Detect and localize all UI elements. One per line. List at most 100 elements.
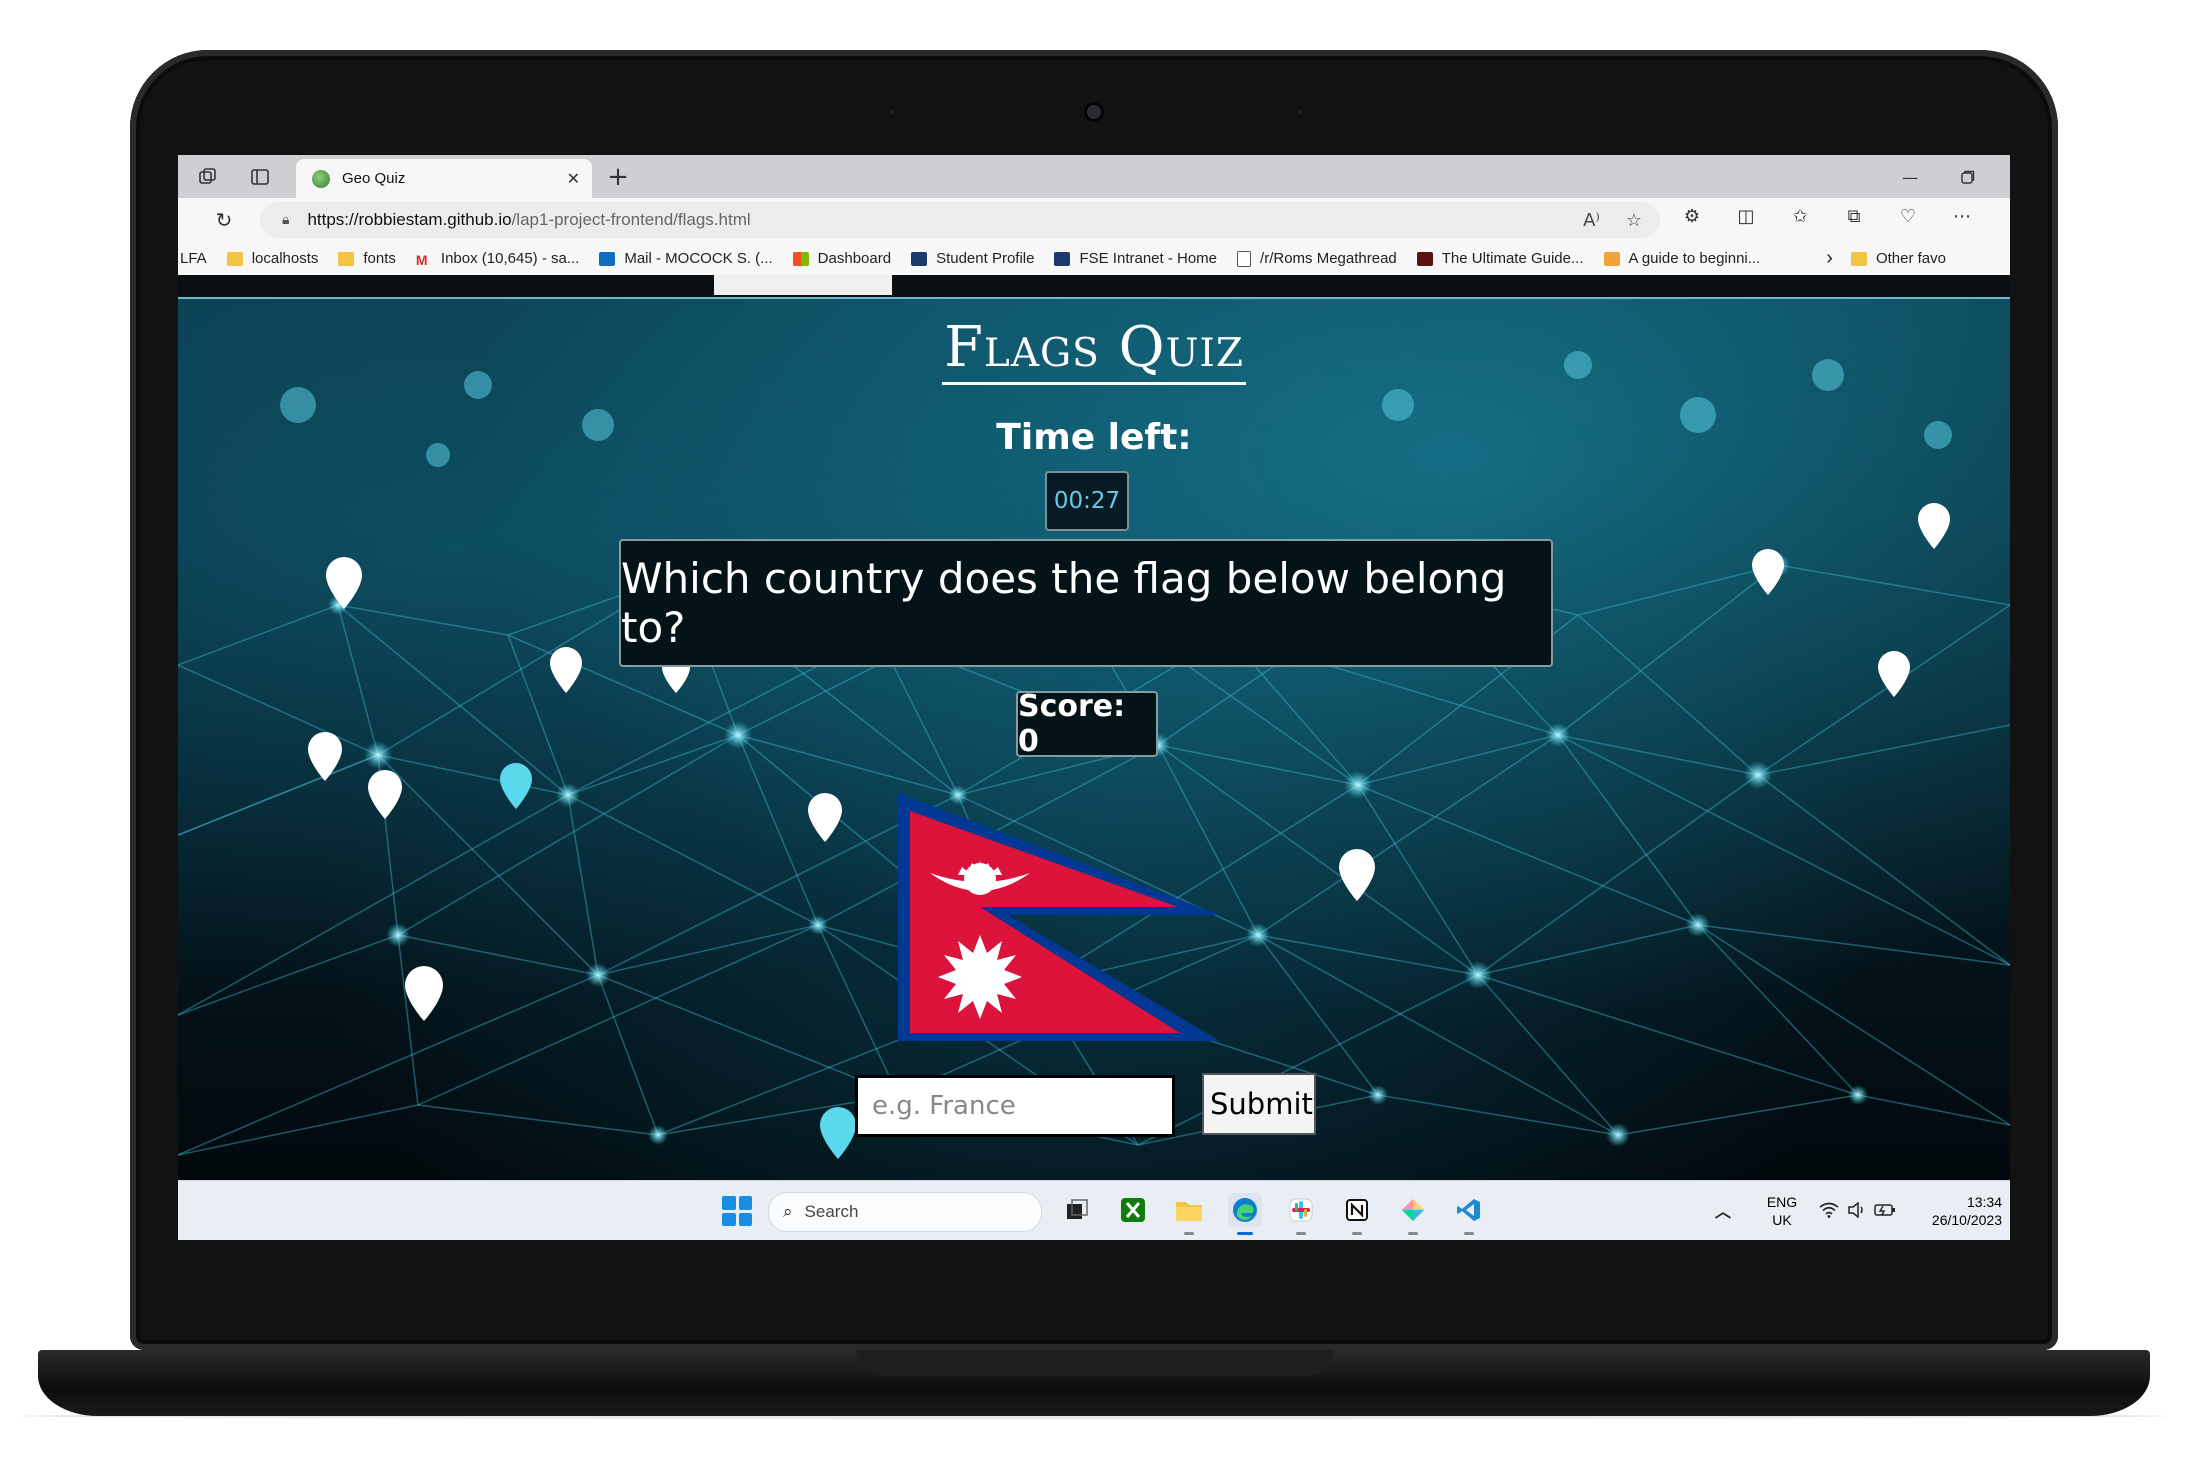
- score-display: Score: 0: [1016, 689, 1158, 759]
- page-title-text: Flags Quiz: [942, 315, 1246, 385]
- edge-browser-icon[interactable]: [1228, 1193, 1262, 1235]
- bookmark-label: /r/Roms Megathread: [1260, 250, 1397, 267]
- running-indicator: [1184, 1232, 1194, 1235]
- bookmark-label: Inbox (10,645) - sa...: [440, 250, 580, 267]
- xbox-icon[interactable]: [1116, 1193, 1150, 1227]
- bookmark-item[interactable]: M Inbox (10,645) - sa...: [416, 250, 580, 268]
- question-text: Which country does the flag below belong…: [619, 539, 1553, 667]
- running-indicator: [1237, 1232, 1253, 1235]
- battery-icon[interactable]: [1868, 1193, 1902, 1227]
- collections-icon[interactable]: ⧉: [1840, 206, 1868, 227]
- bookmarks-bar: LFA localhosts fonts M Inbox (10,645) - s…: [178, 242, 2010, 275]
- url-host: https://robbiestam.github.io: [307, 210, 512, 229]
- bookmark-item[interactable]: FSE Intranet - Home: [1054, 250, 1217, 267]
- minimize-icon[interactable]: —: [1890, 161, 1930, 193]
- taskbar-search[interactable]: ⌕ Search: [768, 1192, 1042, 1232]
- quiz-page: Flags Quiz Time left: 00:27 Which countr…: [178, 275, 2010, 1180]
- bookmark-label: The Ultimate Guide...: [1441, 250, 1584, 267]
- task-view-icon[interactable]: [1060, 1193, 1094, 1227]
- workspaces-icon[interactable]: [194, 163, 222, 191]
- taskbar-search-label: Search: [804, 1202, 859, 1221]
- close-tab-icon[interactable]: ✕: [567, 169, 580, 188]
- laptop-notch: [856, 1350, 1334, 1376]
- bookmark-item[interactable]: A guide to beginni...: [1603, 250, 1761, 267]
- book-icon: [1603, 251, 1620, 266]
- system-clock[interactable]: 13:34 26/10/2023: [1916, 1193, 2002, 1229]
- notion-icon[interactable]: [1340, 1193, 1374, 1235]
- outlook-icon: [599, 251, 616, 266]
- refresh-icon[interactable]: ↻: [210, 206, 238, 234]
- vscode-icon[interactable]: [1452, 1193, 1486, 1235]
- globe-favicon-icon: [312, 169, 330, 188]
- bookmark-item[interactable]: LFA: [180, 250, 207, 267]
- favorites-icon[interactable]: ✩: [1786, 206, 1814, 227]
- favorite-star-icon[interactable]: ☆: [1626, 210, 1642, 231]
- url-path: /lap1-project-frontend/flags.html: [511, 210, 751, 229]
- bookmark-label: fonts: [363, 250, 396, 267]
- webcam: [1087, 105, 1101, 119]
- screen: Geo Quiz ✕ + — ↻ 🔒︎ https://robbiestam.g…: [178, 155, 2010, 1240]
- url-text: https://robbiestam.github.io/lap1-projec…: [307, 210, 750, 230]
- folder-icon: [1850, 251, 1867, 266]
- bookmark-label: A guide to beginni...: [1628, 250, 1761, 267]
- bookmark-label: Other favo: [1875, 250, 1946, 267]
- running-indicator: [1408, 1232, 1418, 1235]
- answer-input[interactable]: [855, 1075, 1175, 1137]
- other-favorites[interactable]: Other favo: [1850, 250, 1946, 267]
- language-code: ENG: [1766, 1194, 1798, 1210]
- split-screen-icon[interactable]: ◫: [1732, 206, 1760, 227]
- browser-essentials-icon[interactable]: ♡: [1894, 206, 1922, 227]
- tab-geo-quiz[interactable]: Geo Quiz ✕: [296, 159, 592, 198]
- more-menu-icon[interactable]: ⋯: [1948, 206, 1976, 227]
- search-icon: ⌕: [783, 1202, 793, 1221]
- bookmark-item[interactable]: localhosts: [226, 250, 319, 267]
- folder-icon: [226, 251, 243, 266]
- bookmark-label: Dashboard: [817, 250, 892, 267]
- file-explorer-icon[interactable]: [1172, 1193, 1206, 1235]
- bookmark-item[interactable]: /r/Roms Megathread: [1237, 250, 1397, 267]
- intranet-icon: [1054, 251, 1071, 266]
- running-indicator: [1296, 1232, 1306, 1235]
- restore-icon[interactable]: [1948, 161, 1988, 193]
- address-bar-row: ↻ 🔒︎ https://robbiestam.github.io/lap1-p…: [178, 198, 2010, 242]
- bookmark-item[interactable]: Dashboard: [792, 250, 892, 267]
- bookmark-label: Mail - MOCOCK S. (...: [624, 250, 773, 267]
- address-bar[interactable]: 🔒︎ https://robbiestam.github.io/lap1-pro…: [260, 202, 1660, 238]
- lock-icon[interactable]: 🔒︎: [282, 212, 289, 228]
- windows-start-icon[interactable]: [722, 1196, 752, 1226]
- nepal-flag-image: [898, 793, 1220, 1041]
- browser-tabbar: Geo Quiz ✕ + —: [178, 155, 2010, 198]
- bookmark-item[interactable]: fonts: [338, 250, 396, 267]
- bookmark-label: Student Profile: [936, 250, 1035, 267]
- bookmark-label: FSE Intranet - Home: [1079, 250, 1218, 267]
- m-icon: [1416, 251, 1433, 266]
- tab-title: Geo Quiz: [342, 170, 406, 187]
- more-bookmarks-icon[interactable]: ›: [1826, 247, 1833, 270]
- bookmark-item[interactable]: The Ultimate Guide...: [1416, 250, 1584, 267]
- sensor-dot: [1298, 110, 1302, 114]
- language-region: UK: [1772, 1212, 1792, 1228]
- submit-button[interactable]: Submit: [1202, 1073, 1316, 1135]
- microsoft-icon: [792, 251, 809, 266]
- vertical-tabs-icon[interactable]: [246, 163, 274, 191]
- extensions-icon[interactable]: ⚙: [1678, 206, 1706, 227]
- page-title: Flags Quiz: [178, 315, 2010, 385]
- sensor-dot: [890, 110, 894, 114]
- bookmark-item[interactable]: Mail - MOCOCK S. (...: [599, 250, 773, 267]
- clock-time: 13:34: [1966, 1194, 2002, 1210]
- countdown-timer: 00:27: [1045, 471, 1129, 531]
- new-tab-button[interactable]: +: [602, 161, 634, 193]
- slack-icon[interactable]: [1284, 1193, 1318, 1235]
- bookmark-item[interactable]: Student Profile: [911, 250, 1034, 267]
- language-indicator[interactable]: ENG UK: [1762, 1193, 1802, 1229]
- running-indicator: [1352, 1232, 1362, 1235]
- read-aloud-icon[interactable]: A⁾: [1583, 210, 1600, 231]
- bookmark-label: localhosts: [251, 250, 319, 267]
- folder-icon: [338, 251, 355, 266]
- running-indicator: [1464, 1232, 1474, 1235]
- bookmark-label: LFA: [180, 250, 207, 267]
- time-left-label: Time left:: [996, 417, 1192, 458]
- snipping-tool-icon[interactable]: [1396, 1193, 1430, 1235]
- chevron-up-icon[interactable]: ︿: [1706, 1193, 1740, 1227]
- document-icon: [1237, 250, 1252, 267]
